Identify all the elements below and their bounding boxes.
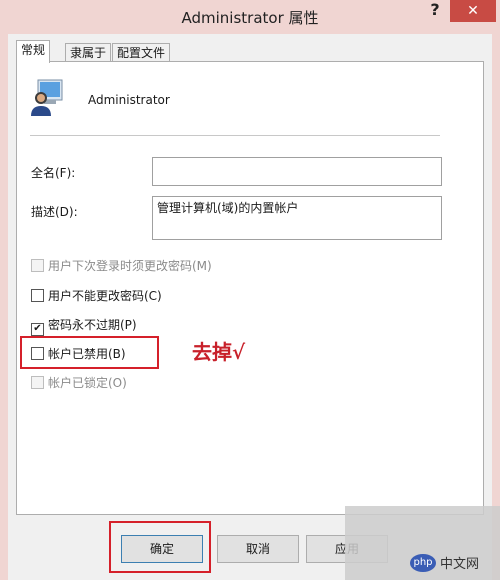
highlight-box-account-disabled [20, 336, 159, 369]
title-bar: Administrator 属性 ? ✕ [0, 0, 500, 34]
tab-general[interactable]: 常规 [16, 40, 51, 63]
window-frame-left [0, 34, 8, 580]
tab-profile[interactable]: 配置文件 [112, 43, 171, 62]
tab-member-of[interactable]: 隶属于 [65, 43, 112, 62]
checkbox-account-locked[interactable]: 帐户已锁定(O) [31, 375, 127, 391]
user-name: Administrator [88, 93, 170, 107]
php-logo-icon: php [410, 554, 436, 572]
checkbox-label: 用户下次登录时须更改密码(M) [48, 259, 212, 273]
checkbox-cannot-change-password[interactable]: 用户不能更改密码(C) [31, 288, 162, 304]
checkmark-icon[interactable]: ✔ [31, 323, 44, 336]
checkbox-box[interactable] [31, 376, 44, 389]
user-icon [31, 79, 63, 116]
watermark-text: 中文网 [440, 557, 480, 572]
checkbox-label: 帐户已锁定(O) [48, 376, 127, 390]
fullname-label: 全名(F): [31, 166, 76, 180]
cancel-button[interactable]: 取消 [217, 535, 299, 563]
description-field[interactable]: 管理计算机(域)的内置帐户 [152, 196, 442, 240]
help-button[interactable]: ? [424, 0, 446, 24]
checkbox-label: 密码永不过期(P) [48, 318, 137, 332]
separator [30, 135, 440, 136]
annotation-text: 去掉√ [192, 340, 246, 364]
ok-button[interactable]: 确定 [121, 535, 203, 563]
checkbox-password-never-expires[interactable]: ✔ 密码永不过期(P) [31, 317, 137, 336]
checkbox-box[interactable] [31, 259, 44, 272]
fullname-field[interactable] [152, 157, 442, 186]
description-label: 描述(D): [31, 205, 78, 219]
close-button[interactable]: ✕ [450, 0, 496, 22]
window-frame-right [492, 34, 500, 580]
checkbox-box[interactable] [31, 289, 44, 302]
checkbox-must-change-password[interactable]: 用户下次登录时须更改密码(M) [31, 258, 212, 274]
checkbox-label: 用户不能更改密码(C) [48, 289, 162, 303]
